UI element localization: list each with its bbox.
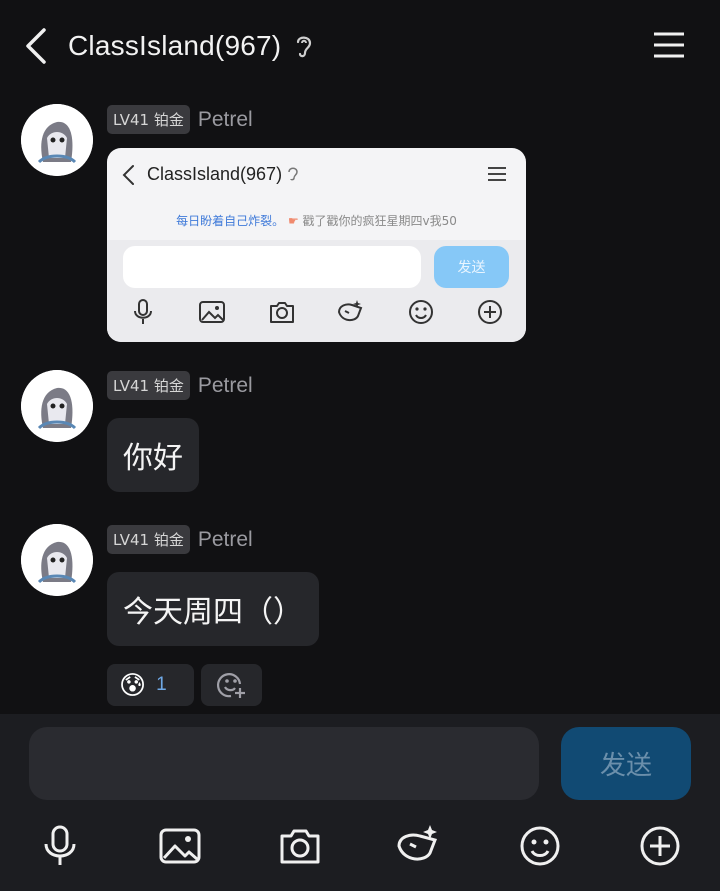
avatar[interactable] <box>21 524 93 596</box>
screenshot-input <box>123 246 421 288</box>
anxious-face-icon: 😰 <box>119 670 147 700</box>
mic-icon <box>134 299 152 324</box>
sender-name[interactable]: Petrel <box>198 374 253 398</box>
reaction-chip[interactable]: 😰 1 <box>107 664 194 706</box>
message-header: LV41 铂金 Petrel <box>107 525 253 554</box>
add-reaction-icon <box>216 673 245 698</box>
plus-icon <box>478 300 502 324</box>
level-badge: LV41 铂金 <box>107 371 190 400</box>
camera-icon[interactable] <box>278 824 322 868</box>
sender-name[interactable]: Petrel <box>198 528 253 552</box>
poke-hand-icon: ☛ <box>287 214 299 228</box>
message-bubble[interactable]: 今天周四（） <box>107 572 319 646</box>
image-message[interactable]: ClassIsland(967) 每日盼着自己炸裂。 ☛ 戳了戳你的疯狂星期四v… <box>107 148 526 342</box>
image-icon[interactable] <box>158 824 202 868</box>
level-badge: LV41 铂金 <box>107 525 190 554</box>
message-bubble[interactable]: 你好 <box>107 418 199 492</box>
reaction-count: 1 <box>156 674 167 695</box>
level-badge: LV41 铂金 <box>107 105 190 134</box>
emoji-icon[interactable] <box>518 824 562 868</box>
sticker-icon[interactable] <box>396 824 440 868</box>
back-icon[interactable] <box>22 26 50 66</box>
plus-icon[interactable] <box>638 824 682 868</box>
message-header: LV41 铂金 Petrel <box>107 105 253 134</box>
camera-icon <box>270 302 294 323</box>
chat-title: ClassIsland(967) <box>68 30 282 61</box>
image-icon <box>199 301 225 323</box>
poke-text: 戳了戳你的疯狂星期四v我50 <box>302 214 457 228</box>
menu-icon[interactable] <box>652 30 686 60</box>
screenshot-toolbar <box>107 298 526 328</box>
ear-icon <box>297 36 312 58</box>
avatar-image <box>21 104 93 176</box>
screenshot-send-button: 发送 <box>434 246 509 288</box>
avatar[interactable] <box>21 370 93 442</box>
add-reaction-button[interactable] <box>201 664 262 706</box>
screenshot-title: ClassIsland(967) <box>147 164 283 184</box>
sender-name[interactable]: Petrel <box>198 108 253 132</box>
poke-notice: 每日盼着自己炸裂。 ☛ 戳了戳你的疯狂星期四v我50 <box>107 212 526 229</box>
back-icon <box>122 165 134 185</box>
avatar-image <box>21 524 93 596</box>
chat-header: ClassIsland(967) <box>68 28 315 64</box>
screenshot-composer: 发送 <box>107 240 526 342</box>
avatar-image <box>21 370 93 442</box>
menu-icon <box>488 167 506 181</box>
poke-link: 每日盼着自己炸裂。 <box>176 214 285 228</box>
message-input[interactable] <box>29 727 539 800</box>
message-header: LV41 铂金 Petrel <box>107 371 253 400</box>
mic-icon[interactable] <box>38 824 82 868</box>
sticker-icon <box>337 300 363 322</box>
send-button[interactable]: 发送 <box>561 727 691 800</box>
avatar[interactable] <box>21 104 93 176</box>
ear-icon <box>288 167 298 181</box>
emoji-icon <box>409 300 433 324</box>
